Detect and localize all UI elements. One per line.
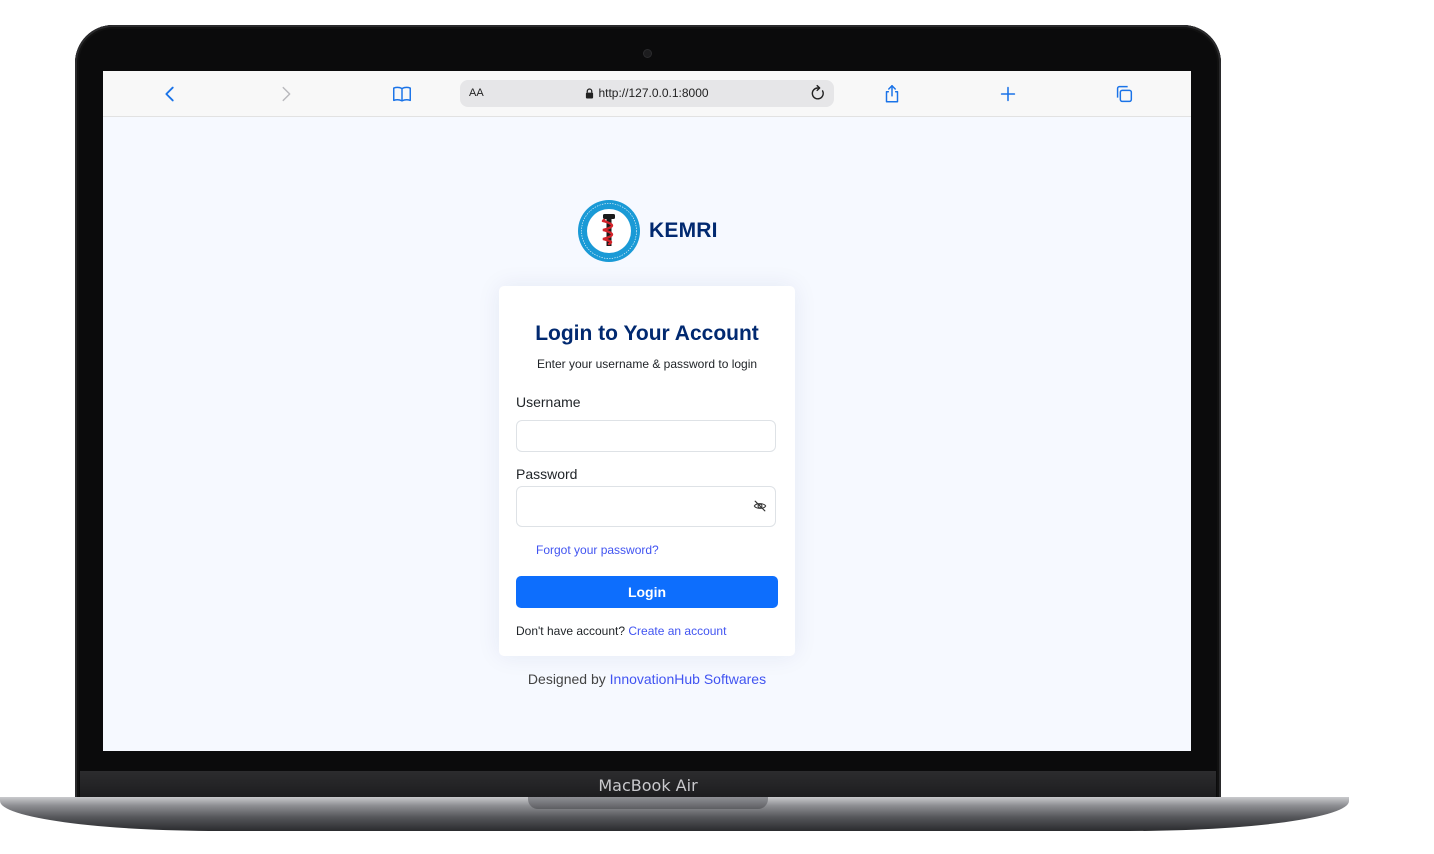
share-icon[interactable] [879,81,905,107]
tabs-overview-icon[interactable] [1111,81,1137,107]
create-account-link[interactable]: Create an account [628,624,726,638]
laptop-chin: MacBook Air [80,771,1216,799]
innovationhub-link[interactable]: InnovationHub Softwares [610,671,766,687]
back-icon[interactable] [157,81,183,107]
login-card: Login to Your Account Enter your usernam… [499,286,795,656]
password-input[interactable] [516,486,776,527]
lock-icon [585,88,594,99]
signup-prompt-text: Don't have account? [516,624,626,638]
laptop-opening-notch [528,797,768,809]
signup-prompt: Don't have account? Create an account [516,624,726,638]
credits-footer: Designed by InnovationHub Softwares [103,671,1191,687]
forward-icon[interactable] [273,81,299,107]
login-button[interactable]: Login [516,576,778,608]
login-subtitle: Enter your username & password to login [536,357,758,371]
macbook-model-label: MacBook Air [598,776,698,795]
brand-logo-link[interactable]: KEMRI [577,199,718,263]
address-bar[interactable]: AA http://127.0.0.1:8000 [460,80,834,107]
username-label: Username [516,394,581,410]
browser-toolbar: AA http://127.0.0.1:8000 [103,71,1191,117]
kemri-seal-logo [578,200,640,262]
brand-name: KEMRI [649,219,718,242]
password-label: Password [516,466,578,482]
camera-dot [644,50,651,57]
forgot-password-link[interactable]: Forgot your password? [536,543,659,557]
url-text: http://127.0.0.1:8000 [598,86,709,100]
reload-icon[interactable] [808,83,828,103]
bookmarks-book-icon[interactable] [389,81,415,107]
designed-by-text: Designed by [527,671,606,687]
url-display[interactable]: http://127.0.0.1:8000 [460,86,834,100]
browser-screen: AA http://127.0.0.1:8000 KEMRI Login to … [103,71,1191,751]
toggle-password-visibility-icon[interactable] [753,499,767,513]
new-tab-plus-icon[interactable] [995,81,1021,107]
username-input[interactable] [516,420,776,452]
login-title: Login to Your Account [535,322,759,345]
